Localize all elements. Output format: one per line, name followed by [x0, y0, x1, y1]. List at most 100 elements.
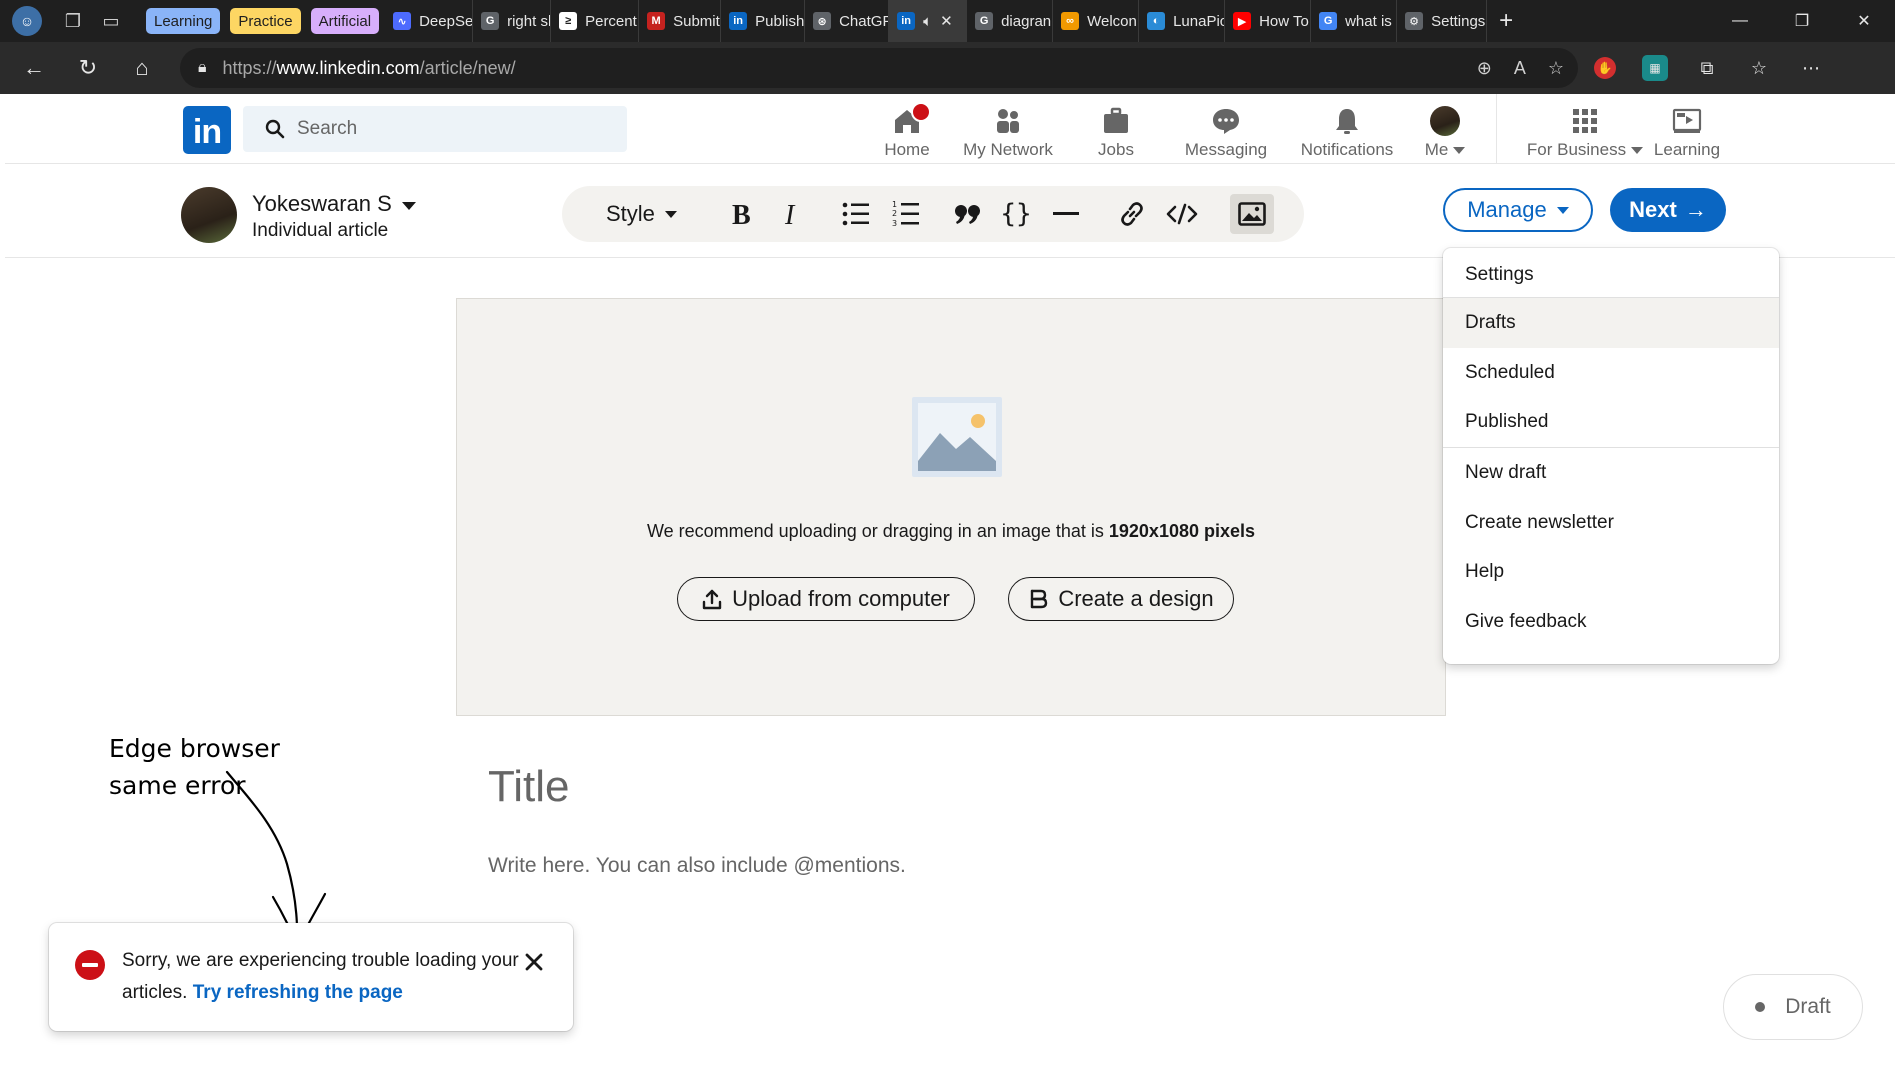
- restore-button[interactable]: ❐: [1771, 0, 1833, 42]
- article-title-input[interactable]: Title: [488, 762, 570, 812]
- browser-tab[interactable]: ∿ DeepSe: [385, 0, 474, 42]
- browser-tab[interactable]: in Publish: [721, 0, 806, 42]
- draft-status-chip: Draft: [1723, 974, 1863, 1040]
- quote-button[interactable]: [948, 194, 988, 234]
- minimize-button[interactable]: —: [1709, 0, 1771, 42]
- image-button[interactable]: [1230, 194, 1274, 234]
- italic-button[interactable]: I: [772, 194, 812, 234]
- bell-icon: [1336, 109, 1358, 134]
- bold-button[interactable]: B: [722, 194, 762, 234]
- chevron-down-icon: [1556, 206, 1569, 214]
- nav-home[interactable]: Home: [869, 100, 945, 160]
- next-button[interactable]: Next →: [1610, 188, 1726, 232]
- link-icon: [1121, 202, 1143, 226]
- cover-image-dropzone[interactable]: We recommend uploading or dragging in an…: [456, 298, 1446, 716]
- article-body-input[interactable]: Write here. You can also include @mentio…: [488, 854, 906, 878]
- close-icon[interactable]: [519, 947, 549, 977]
- menu-item-drafts[interactable]: Drafts: [1443, 298, 1779, 348]
- numbered-list-icon: 123: [892, 200, 919, 228]
- nav-learning[interactable]: Learning: [1647, 100, 1727, 160]
- style-dropdown[interactable]: Style: [606, 194, 677, 234]
- menu-item-help[interactable]: Help: [1443, 547, 1779, 597]
- refresh-link[interactable]: Try refreshing the page: [193, 982, 403, 1003]
- svg-text:3: 3: [892, 219, 897, 228]
- manage-dropdown-menu: Settings Drafts Scheduled Published New …: [1443, 248, 1779, 664]
- vertical-tabs-icon[interactable]: ▭: [96, 6, 126, 36]
- tab-group-learning[interactable]: Learning: [146, 8, 221, 34]
- close-tab-icon[interactable]: ✕: [940, 12, 953, 30]
- favorites-icon[interactable]: ☆: [1746, 55, 1772, 81]
- tab-title: what is: [1345, 12, 1392, 30]
- adblock-extension-icon[interactable]: ✋: [1594, 57, 1616, 79]
- browser-tab[interactable]: ⚙ Settings: [1397, 0, 1488, 42]
- learning-icon: [1672, 108, 1702, 133]
- browser-tab[interactable]: Gdiagran: [967, 0, 1054, 42]
- browser-tab[interactable]: ≥ Percent: [551, 0, 640, 42]
- profile-avatar[interactable]: ☺: [12, 6, 42, 36]
- briefcase-icon: [1104, 107, 1128, 133]
- browser-tab[interactable]: in 🔈︎ ✕: [889, 0, 968, 42]
- tab-title: right sk: [507, 12, 552, 30]
- browser-tab[interactable]: ⊛ ChatGP: [805, 0, 890, 42]
- divider-button[interactable]: [1046, 194, 1086, 234]
- read-aloud-icon[interactable]: A: [1514, 58, 1526, 79]
- grid-apps-icon: [1573, 109, 1597, 133]
- menu-item-give-feedback[interactable]: Give feedback: [1443, 597, 1779, 647]
- nav-notifications[interactable]: Notifications: [1281, 100, 1413, 160]
- speaker-icon[interactable]: 🔈︎: [923, 13, 932, 30]
- tab-group-artificial[interactable]: Artificial: [310, 8, 380, 34]
- close-window-button[interactable]: ✕: [1833, 0, 1895, 42]
- nav-me[interactable]: Me: [1415, 100, 1475, 160]
- nav-messaging[interactable]: Messaging: [1175, 100, 1277, 160]
- browser-tab[interactable]: ◐ LunaPic: [1139, 0, 1226, 42]
- menu-item-settings[interactable]: Settings: [1443, 248, 1779, 298]
- create-design-button[interactable]: Create a design: [1008, 577, 1234, 621]
- link-button[interactable]: [1112, 194, 1152, 234]
- new-tab-button[interactable]: +: [1499, 7, 1513, 35]
- menu-item-published[interactable]: Published: [1443, 397, 1779, 447]
- tab-group-practice[interactable]: Practice: [230, 8, 301, 34]
- manage-button[interactable]: Manage: [1443, 188, 1593, 232]
- address-bar[interactable]: 🔒︎ https://www.linkedin.com/article/new/…: [180, 48, 1578, 88]
- browser-tab[interactable]: Gright sk: [473, 0, 552, 42]
- menu-item-create-newsletter[interactable]: Create newsletter: [1443, 498, 1779, 548]
- workspaces-icon[interactable]: ❐: [58, 6, 88, 36]
- browser-tab[interactable]: ∞ Welcon: [1053, 0, 1140, 42]
- bulleted-list-button[interactable]: [836, 194, 876, 234]
- code-block-button[interactable]: {}: [996, 194, 1036, 234]
- browser-tab-strip: ☺ ❐ ▭ Learning Practice Artificial ∿ DeepSe…: [0, 0, 1895, 42]
- google-icon: G: [1319, 12, 1338, 30]
- svg-text:2: 2: [892, 209, 897, 218]
- perplexity-icon: ≥: [559, 12, 578, 30]
- home-button[interactable]: ⌂: [122, 48, 162, 88]
- browser-tab[interactable]: M Submit: [639, 0, 722, 42]
- svg-text:1: 1: [892, 200, 897, 209]
- status-dot-icon: [1755, 1002, 1766, 1012]
- nav-jobs[interactable]: Jobs: [1075, 100, 1157, 160]
- tab-title: Settings: [1431, 12, 1486, 30]
- extensions-icon[interactable]: ⧉: [1694, 55, 1720, 81]
- lock-icon[interactable]: 🔒︎: [198, 59, 207, 77]
- upload-from-computer-button[interactable]: Upload from computer: [677, 577, 975, 621]
- favorite-star-icon[interactable]: ☆: [1548, 58, 1564, 79]
- menu-item-new-draft[interactable]: New draft: [1443, 448, 1779, 498]
- more-options-icon[interactable]: ⋯: [1798, 55, 1824, 81]
- chatgpt-icon: ⊛: [813, 12, 832, 30]
- extension-icon[interactable]: ▦: [1642, 55, 1668, 81]
- menu-item-scheduled[interactable]: Scheduled: [1443, 348, 1779, 398]
- embed-button[interactable]: [1162, 194, 1202, 234]
- formatting-toolbar: Style B I 123 {}: [562, 186, 1304, 242]
- tab-title: Percent: [585, 12, 637, 30]
- browser-tab[interactable]: Gwhat is: [1311, 0, 1398, 42]
- tab-title: How To: [1259, 12, 1309, 30]
- nav-for-business[interactable]: For Business: [1513, 100, 1657, 160]
- numbered-list-button[interactable]: 123: [886, 194, 926, 234]
- svg-text:I: I: [784, 200, 796, 228]
- google-icon: G: [481, 12, 500, 30]
- my-network-icon: [997, 109, 1019, 133]
- refresh-button[interactable]: ↻: [68, 48, 108, 88]
- nav-my-network[interactable]: My Network: [953, 100, 1063, 160]
- browser-tab[interactable]: ▶ How To: [1225, 0, 1312, 42]
- zoom-icon[interactable]: ⊕: [1477, 58, 1492, 79]
- back-button[interactable]: ←: [14, 48, 54, 88]
